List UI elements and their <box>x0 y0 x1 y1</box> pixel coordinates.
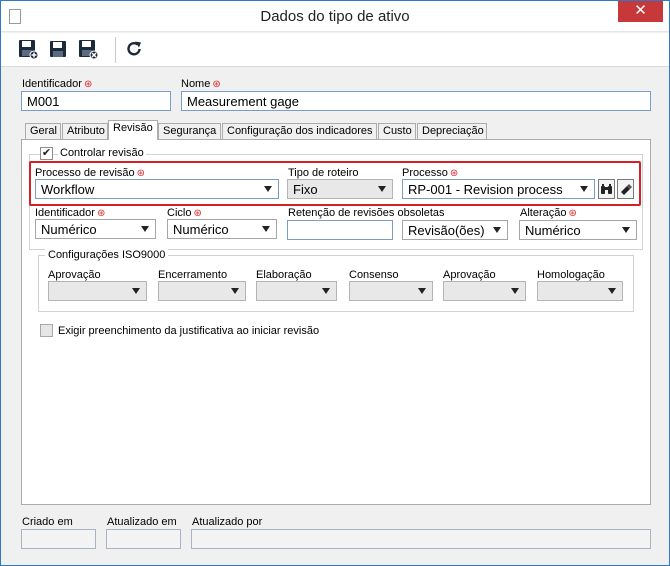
chevron-down-icon <box>493 227 501 233</box>
title-bar: Dados do tipo de ativo ✕ <box>1 1 669 32</box>
iso-drafting-select[interactable] <box>256 281 337 301</box>
chevron-down-icon <box>231 288 239 294</box>
save-icon <box>50 41 66 57</box>
iso-approval-select[interactable] <box>48 281 147 301</box>
toolbar <box>1 33 669 67</box>
window-title: Dados do tipo de ativo <box>260 8 410 25</box>
revision-process-select[interactable]: Workflow <box>35 179 279 199</box>
chevron-down-icon <box>132 288 140 294</box>
close-button[interactable]: ✕ <box>618 1 663 22</box>
created-field <box>21 529 96 549</box>
chevron-down-icon <box>418 288 426 294</box>
cycle-label: Ciclo ⊛ <box>167 207 202 219</box>
tab-revisao[interactable]: Revisão <box>108 120 158 140</box>
chevron-down-icon <box>141 226 149 232</box>
chevron-down-icon <box>262 226 270 232</box>
identifier-input[interactable]: M001 <box>21 91 171 111</box>
tab-custo[interactable]: Custo <box>378 123 416 139</box>
clear-process-button[interactable] <box>617 179 634 199</box>
tab-seguranca[interactable]: Segurança <box>158 123 221 139</box>
iso-consensus-select[interactable] <box>349 281 433 301</box>
justification-checkbox[interactable] <box>40 324 53 337</box>
save-close-icon <box>79 40 98 59</box>
required-icon: ⊛ <box>136 168 146 179</box>
tab-geral[interactable]: Geral <box>25 123 61 139</box>
required-icon: ⊛ <box>449 168 459 179</box>
chevron-down-icon <box>511 288 519 294</box>
retention-unit-select[interactable]: Revisão(ões) <box>402 220 508 240</box>
iso-homologation-select[interactable] <box>537 281 623 301</box>
save-plus-icon <box>19 40 38 59</box>
required-icon: ⊛ <box>212 79 221 90</box>
save-button[interactable] <box>47 39 69 59</box>
chevron-down-icon <box>622 227 630 233</box>
chevron-down-icon <box>608 288 616 294</box>
save-close-button[interactable] <box>77 39 99 59</box>
iso-approval2-label: Aprovação <box>443 269 496 281</box>
iso9000-group-label: Configurações ISO9000 <box>45 249 169 261</box>
control-revision-checkbox[interactable]: ✔ <box>40 147 53 160</box>
iso-consensus-label: Consenso <box>349 269 399 281</box>
tab-atributo[interactable]: Atributo <box>62 123 108 139</box>
updated-field <box>106 529 181 549</box>
retention-input[interactable] <box>287 220 393 240</box>
created-label: Criado em <box>22 516 73 528</box>
cycle-select[interactable]: Numérico <box>167 219 277 239</box>
updated-label: Atualizado em <box>107 516 177 528</box>
refresh-button[interactable] <box>123 39 145 59</box>
chevron-down-icon <box>264 186 272 192</box>
chevron-down-icon <box>580 186 588 192</box>
revision-process-label: Processo de revisão ⊛ <box>35 167 146 179</box>
dialog-window: Dados do tipo de ativo ✕ Identificador ⊛… <box>0 0 670 566</box>
justification-label: Exigir preenchimento da justificativa ao… <box>58 325 320 337</box>
search-process-button[interactable] <box>598 179 615 199</box>
tab-configuracao-indicadores[interactable]: Configuração dos indicadores <box>222 123 377 139</box>
toolbar-separator <box>115 37 116 63</box>
iso-homologation-label: Homologação <box>537 269 605 281</box>
eraser-icon <box>621 184 632 195</box>
process-label: Processo ⊛ <box>402 167 459 179</box>
retention-label: Retenção de revisões obsoletas <box>288 207 445 219</box>
binoculars-icon <box>601 184 612 194</box>
name-label: Nome ⊛ <box>181 78 221 90</box>
save-new-button[interactable] <box>17 39 39 59</box>
required-icon: ⊛ <box>96 208 106 219</box>
change-label: Alteração ⊛ <box>520 207 577 219</box>
tab-depreciacao[interactable]: Depreciação <box>417 123 487 139</box>
revision-identifier-label: Identificador ⊛ <box>35 207 106 219</box>
updated-by-field <box>191 529 651 549</box>
iso-approval2-select[interactable] <box>443 281 526 301</box>
route-type-label: Tipo de roteiro <box>288 167 359 179</box>
required-icon: ⊛ <box>193 208 202 219</box>
iso-approval-label: Aprovação <box>48 269 101 281</box>
chevron-down-icon <box>378 186 386 192</box>
iso-drafting-label: Elaboração <box>256 269 312 281</box>
change-select[interactable]: Numérico <box>519 220 637 240</box>
control-revision-label: Controlar revisão <box>58 147 146 159</box>
updated-by-label: Atualizado por <box>192 516 263 528</box>
refresh-icon <box>127 41 141 56</box>
name-input[interactable]: Measurement gage <box>181 91 651 111</box>
required-icon: ⊛ <box>83 79 93 90</box>
iso-closing-select[interactable] <box>158 281 246 301</box>
revision-identifier-select[interactable]: Numérico <box>35 219 156 239</box>
required-icon: ⊛ <box>568 208 577 219</box>
process-select[interactable]: RP-001 - Revision process <box>402 179 595 199</box>
chevron-down-icon <box>322 288 330 294</box>
iso-closing-label: Encerramento <box>158 269 228 281</box>
route-type-select[interactable]: Fixo <box>287 179 393 199</box>
identifier-label: Identificador ⊛ <box>22 78 93 90</box>
